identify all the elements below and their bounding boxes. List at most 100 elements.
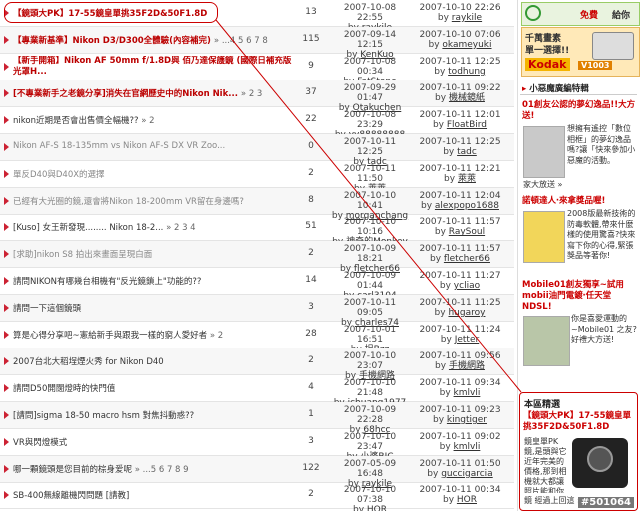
updated-cell: 2007-10-11 09:34 by kmlvli (415, 378, 505, 398)
updater-link[interactable]: FloatBird (447, 120, 487, 130)
created-date: 2007-10-10 10:16 (343, 217, 397, 238)
sidebar-item-more[interactable]: 家大放送 » (523, 180, 623, 191)
thread-title[interactable]: Nikon AF-S 18-135mm vs Nikon AF-S DX VR … (13, 141, 298, 151)
thread-title[interactable]: 算是心得分享吧~憲給新手與跟我一樣的窮人愛好者 » 2 (13, 329, 298, 341)
section-header: ▸ 小惡魔廣編特輯 (522, 84, 589, 94)
updated-date: 2007-10-11 12:01 (419, 110, 501, 121)
updater-link[interactable]: guccigarcia (441, 469, 493, 479)
thread-title[interactable]: [Kuso] 女王新發現........ Nikon 18-2... » 2 3… (13, 221, 298, 233)
thread-pages[interactable]: » ...5 6 7 8 9 (135, 465, 189, 475)
thread-icon (4, 464, 9, 473)
thread-title[interactable]: [請問]sigma 18-50 macro hsm 對焦抖動惑?? (13, 409, 298, 421)
created-date: 2007-10-09 18:21 (343, 244, 397, 265)
sidebar-item-body: 想擁有遙控「數位相框」的夢幻逸品嗎?讓「快來參加小惡魔的活動。 (567, 124, 636, 165)
thread-title[interactable]: 單反D40與D40X的選擇 (13, 168, 298, 180)
thread-title[interactable]: 請問D50開闊燈時的快門值 (13, 382, 298, 394)
updater-link[interactable]: 萊萊 (458, 174, 476, 184)
thread-title[interactable]: 2007台北大稻埕煙火秀 for Nikon D40 (13, 355, 298, 367)
updated-cell: 2007-10-11 09:02 by kmlvli (415, 432, 505, 452)
smile-icon (525, 5, 541, 21)
thread-pages[interactable]: » 2 (141, 116, 154, 126)
created-date: 2007-05-09 16:48 (343, 458, 397, 479)
reply-count: 2 (308, 167, 314, 178)
thread-icon (4, 116, 9, 125)
updater-link[interactable]: todhung (448, 67, 486, 77)
sidebar-item-title[interactable]: 01創友公認的夢幻逸品!!大方送! (522, 100, 638, 122)
banner-give-label: 給你 (612, 11, 631, 21)
updated-date: 2007-10-11 12:25 (419, 56, 501, 67)
updated-date: 2007-10-11 11:57 (419, 244, 501, 255)
phone-image[interactable] (523, 126, 565, 178)
created-date: 2007-10-11 09:05 (343, 297, 397, 318)
reply-count: 51 (305, 221, 317, 232)
thread-pages[interactable]: » ...4 5 6 7 8 (214, 36, 268, 46)
thread-title[interactable]: 【新手開箱】Nikon AF 50mm f/1.8D與 佰乃達保護鏡 (國際日補… (13, 56, 298, 80)
thread-icon (4, 62, 9, 71)
updater-link[interactable]: hugaroy (448, 308, 485, 318)
thread-title[interactable]: VR與閃燈模式 (13, 436, 298, 448)
updated-cell: 2007-10-11 11:57 by RaySoul (415, 217, 505, 237)
updated-cell: 2007-10-11 11:25 by hugaroy (415, 298, 505, 318)
updated-date: 2007-10-11 11:27 (419, 271, 501, 281)
thread-icon (4, 89, 9, 98)
thread-title[interactable]: 已經有大光圈的鏡,還會將Nikon 18-200mm VR留在身邊嗎? (13, 195, 298, 207)
updater-link[interactable]: ycliao (454, 281, 480, 291)
updated-cell: 2007-10-11 09:56 by 手機網路 (415, 351, 505, 371)
updated-cell: 2007-10-11 12:01 by FloatBird (415, 110, 505, 130)
created-date: 2007-10-01 16:51 (343, 324, 397, 345)
author-link[interactable]: HOR (367, 505, 387, 511)
top-banner[interactable]: 免費 給你 (521, 2, 640, 26)
updater-link[interactable]: kmlvli (454, 442, 481, 452)
thread-title[interactable]: 請問NIKON有哪幾台相機有"反光鏡鎖上"功能的?? (13, 275, 298, 287)
sidebar-item-body: 2008版最新技術的防毒軟體,帶來什麼樣的使用驚喜?快來寫下你的心得,緊張獎品等… (567, 209, 636, 260)
thread-pages[interactable]: » 2 (210, 331, 223, 341)
updated-cell: 2007-10-11 11:27 by ycliao (415, 271, 505, 291)
thread-title[interactable]: [不專業新手之老鏡分享]消失在官網歷史中的Nikon Nik... » 2 3 (13, 87, 298, 99)
updater-link[interactable]: fletcher66 (444, 254, 490, 264)
watermark: #501064 (577, 497, 634, 508)
updated-date: 2007-10-10 07:06 (419, 29, 501, 40)
updater-link[interactable]: tadc (457, 147, 477, 157)
updated-cell: 2007-10-11 12:21 by 萊萊 (415, 164, 505, 184)
thread-title[interactable]: 請問一下這個鏡頭 (13, 302, 298, 314)
thread-title[interactable]: 【專業新基準】Nikon D3/D300全體驗(內容補完) » ...4 5 6… (13, 34, 298, 46)
updater-link[interactable]: RaySoul (449, 227, 485, 237)
sidebar-item-title[interactable]: 諾頓達人‧來拿獎品喔! (522, 196, 638, 207)
updater-link[interactable]: alexpopo1688 (435, 201, 499, 211)
table-row: 【專業新基準】Nikon D3/D300全體驗(內容補完) » ...4 5 6… (0, 26, 514, 60)
updater-link[interactable]: okameyuki (442, 40, 491, 50)
thread-title[interactable]: 哪一顆鏡頭是您目前的棕身爱呢 » ...5 6 7 8 9 (13, 463, 298, 475)
reply-count: 37 (305, 87, 317, 98)
thread-pages[interactable]: » 2 3 (241, 89, 262, 99)
sidebar-item-body: 你是喜愛運動的~Mobile01 之友? 好禮大方送! (571, 314, 637, 344)
thread-title[interactable]: nikon近期是否會出售價全幅機?? » 2 (13, 114, 298, 126)
updater-link[interactable]: raykile (452, 13, 482, 23)
reply-count: 3 (308, 301, 314, 312)
table-row: nikon近期是否會出售價全幅機?? » 2 22 2007-10-08 23:29… (0, 107, 514, 140)
street-image[interactable] (523, 316, 570, 366)
updated-date: 2007-10-11 09:56 (419, 351, 501, 362)
featured-header: 本區精選 (524, 400, 561, 410)
updater-link[interactable]: HOR (457, 495, 477, 505)
updated-cell: 2007-10-11 11:24 by Jetter (415, 325, 505, 345)
sidebar-item-title[interactable]: Mobile01創友獨享~試用mobii油門電鍍‧任天堂NDSL! (522, 280, 638, 313)
reply-count: 9 (308, 60, 314, 71)
table-row: 請問D50開闊燈時的快門值42007-10-10 21:48by jchuang… (0, 375, 514, 408)
updated-cell: 2007-10-10 07:06 by okameyuki (415, 30, 505, 50)
thread-title[interactable]: SB-400無線離機閃問題 [請教] (13, 489, 298, 501)
updated-date: 2007-10-11 00:34 (419, 485, 501, 496)
thread-title[interactable]: [求助]nikon S8 拍出來畫面呈現白面 (13, 248, 298, 260)
updater-link[interactable]: Jetter (455, 335, 480, 345)
featured-title[interactable]: 【鏡頭大PK】17-55鏡皇單挑35F2D&50F1.8D (523, 411, 634, 433)
thread-icon (4, 35, 9, 44)
kodak-banner[interactable]: 千萬畫素 單一選擇!! Kodak V1003 (521, 27, 640, 77)
updater-link[interactable]: 機械鏡紙 (449, 93, 485, 103)
updater-link[interactable]: kingtiger (447, 415, 487, 425)
lens-image[interactable] (572, 438, 628, 488)
thread-pages[interactable]: » 2 3 4 (166, 223, 196, 233)
created-date: 2007-10-09 01:44 (343, 271, 397, 291)
norton-box-image[interactable] (523, 211, 565, 263)
updated-cell: 2007-10-11 12:25 by todhung (415, 57, 505, 77)
updater-link[interactable]: kmlvli (454, 388, 481, 398)
updater-link[interactable]: 手機網路 (449, 361, 485, 371)
